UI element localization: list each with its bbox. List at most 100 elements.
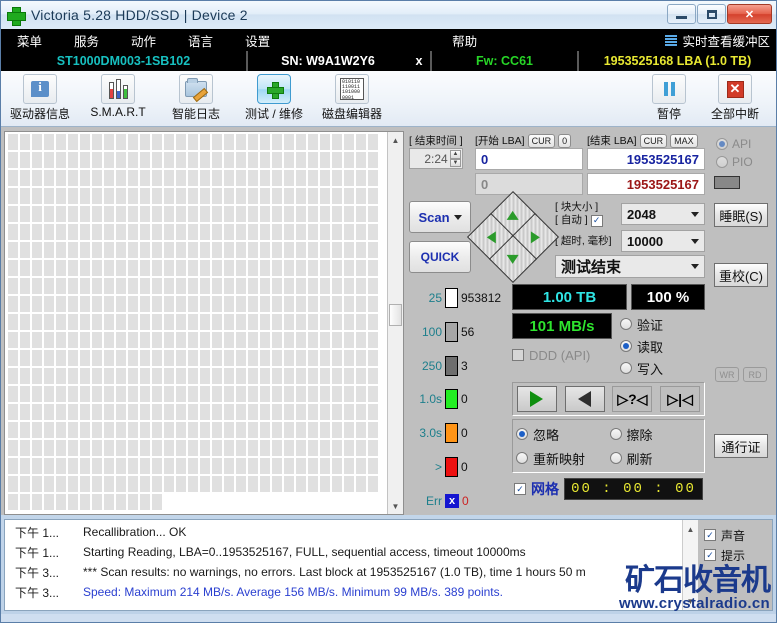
log-timestamp: 下午 1... (15, 525, 60, 540)
scan-grid-cell (20, 314, 30, 330)
mode-read[interactable]: 读取 (620, 335, 705, 357)
scroll-up-icon[interactable]: ▲ (684, 522, 698, 536)
toolbar-test-repair[interactable]: 测试 / 维修 (235, 74, 313, 122)
api-radio-row[interactable]: API (710, 135, 772, 153)
scan-grid-cell (140, 134, 150, 150)
scan-grid-cell (176, 314, 186, 330)
scroll-down-icon[interactable]: ▼ (684, 594, 698, 608)
toolbar-drive-info[interactable]: 驱动器信息 (1, 74, 79, 122)
toolbar-smart-log[interactable]: 智能日志 (157, 74, 235, 122)
scan-grid-cell (80, 404, 90, 420)
left-arrow-icon (486, 231, 496, 243)
mode-write[interactable]: 写入 (620, 357, 705, 379)
tips-checkbox[interactable]: ✓ (704, 549, 716, 561)
scan-grid-cell (248, 296, 258, 312)
close-button[interactable]: ✕ (727, 4, 772, 24)
scan-grid-cell (152, 152, 162, 168)
scan-button[interactable]: Scan (409, 201, 471, 233)
ddd-api-checkbox[interactable] (512, 349, 524, 361)
spinner-buttons[interactable]: ▲ ▼ (450, 150, 461, 167)
scan-grid-cell (272, 206, 282, 222)
grid-checkbox[interactable]: ✓ (514, 483, 526, 495)
scan-grid[interactable]: ▲ ▼ (4, 131, 404, 515)
end-time-spinner[interactable]: 2:24 ▲ ▼ (409, 148, 463, 169)
end-lba-max-button[interactable]: MAX (670, 133, 698, 148)
start-lba-cur-button[interactable]: CUR (527, 133, 556, 148)
scan-grid-cell (356, 278, 366, 294)
action-remap[interactable]: 重新映射 (516, 447, 608, 469)
minimize-button[interactable] (667, 4, 696, 24)
menu-item-settings[interactable]: 设置 (229, 31, 286, 50)
end-lba-cur-button[interactable]: CUR (639, 133, 668, 148)
start-lba-input[interactable]: 0 (475, 148, 583, 170)
log-row[interactable]: 下午 3... *** Scan results: no warnings, no… (5, 562, 682, 582)
sound-checkbox[interactable]: ✓ (704, 529, 716, 541)
toolbar-abort-all[interactable]: ✕ 全部中断 (702, 74, 768, 122)
menu-item-menu[interactable]: 菜单 (1, 31, 58, 50)
scroll-down-icon[interactable]: ▼ (389, 499, 403, 513)
scan-grid-cell (116, 332, 126, 348)
log-list[interactable]: 下午 1... Recallibration... OK 下午 1... Starti… (5, 520, 682, 610)
scan-grid-cell (212, 152, 222, 168)
passport-button[interactable]: 通行证 (714, 434, 768, 458)
scan-grid-cell (368, 152, 378, 168)
sleep-button[interactable]: 睡眠(S) (714, 203, 768, 227)
log-row[interactable]: 下午 1... Recallibration... OK (5, 522, 682, 542)
menu-item-language[interactable]: 语言 (172, 31, 229, 50)
menu-item-help[interactable]: 帮助 (436, 31, 493, 50)
scan-grid-cell (296, 170, 306, 186)
mode-verify[interactable]: 验证 (620, 313, 705, 335)
log-row[interactable]: 下午 3... Speed: Maximum 214 MB/s. Average … (5, 582, 682, 602)
toolbar-disk-editor[interactable]: 010110 110011 101000 0001 磁盘编辑器 (313, 74, 391, 122)
scan-grid-cell (344, 188, 354, 204)
end-lba-label: [结束 LBA] (587, 135, 637, 147)
test-mode-select[interactable]: 测试结束 (555, 255, 705, 278)
scan-grid-cell (92, 206, 102, 222)
sound-checkbox-row[interactable]: ✓ 声音 (704, 525, 772, 545)
scan-grid-cell (44, 404, 54, 420)
end-lba-input[interactable]: 1953525167 (587, 148, 705, 170)
scan-grid-cell (188, 152, 198, 168)
scan-grid-cell (92, 188, 102, 204)
scan-grid-cell (212, 224, 222, 240)
step-question-button[interactable]: ▷?◁ (612, 386, 653, 412)
scan-grid-cell (320, 368, 330, 384)
scan-grid-cell (284, 242, 294, 258)
action-erase[interactable]: 擦除 (609, 423, 702, 445)
scan-grid-cell (20, 206, 30, 222)
action-refresh[interactable]: 刷新 (609, 447, 702, 469)
skip-end-button[interactable]: ▷|◁ (660, 386, 701, 412)
stat-count: 0 (462, 493, 469, 508)
log-scrollbar[interactable]: ▲ ▼ (682, 520, 698, 610)
scan-grid-cell (8, 494, 18, 510)
play-button[interactable] (516, 386, 557, 412)
pio-radio-row[interactable]: PIO (710, 153, 772, 171)
buffer-view-area[interactable]: 实时查看缓冲区 (665, 29, 770, 51)
reverse-button[interactable] (564, 386, 605, 412)
action-ignore[interactable]: 忽略 (516, 423, 608, 445)
scan-grid-scrollbar[interactable]: ▲ ▼ (387, 132, 403, 514)
chevron-down-icon (453, 214, 462, 220)
recalibrate-button[interactable]: 重校(C) (714, 263, 768, 287)
block-size-select[interactable]: 2048 (621, 203, 705, 225)
tips-checkbox-row[interactable]: ✓ 提示 (704, 545, 772, 565)
menu-item-action[interactable]: 动作 (115, 31, 172, 50)
scan-grid-cell (56, 296, 66, 312)
close-device-button[interactable]: x (408, 54, 430, 68)
maximize-button[interactable] (697, 4, 726, 24)
auto-checkbox[interactable]: ✓ (590, 214, 603, 227)
scrollbar-thumb[interactable] (389, 304, 402, 326)
toolbar-pause[interactable]: 暂停 (636, 74, 702, 122)
timeout-select[interactable]: 10000 (621, 230, 705, 252)
scan-grid-cell (104, 404, 114, 420)
scroll-up-icon[interactable]: ▲ (389, 133, 403, 147)
timeout-row: [ 超时, 毫秒] 10000 (555, 230, 705, 252)
scan-grid-cell (92, 368, 102, 384)
toolbar-smart[interactable]: S.M.A.R.T (79, 74, 157, 119)
menu-item-service[interactable]: 服务 (58, 31, 115, 50)
readout-panel: 1.00 TB 100 % 101 MB/s DDD (API) 验证 读取 写… (512, 284, 705, 515)
start-lba-zero-button[interactable]: 0 (558, 133, 572, 148)
log-row[interactable]: 下午 1... Starting Reading, LBA=0..19535251… (5, 542, 682, 562)
quick-button[interactable]: QUICK (409, 241, 471, 273)
stat-row: 1.0s 0 (409, 387, 509, 411)
